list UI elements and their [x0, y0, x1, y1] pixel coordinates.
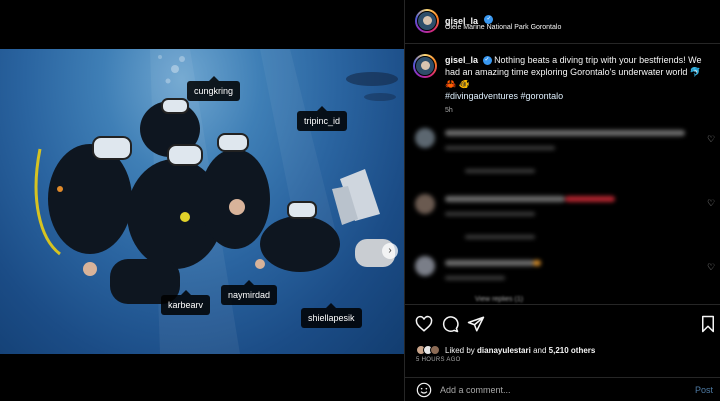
comment-input[interactable] [440, 382, 680, 398]
post-header: gisel_la ✓ Olele Marine National Park Go… [405, 0, 720, 44]
post-photo[interactable]: cungkring tripinc_id karbearv naymirdad … [0, 49, 404, 354]
comment-like-icon[interactable]: ♡ [707, 198, 715, 209]
share-icon[interactable] [467, 315, 485, 333]
emoji-icon[interactable] [416, 382, 432, 398]
bookmark-icon[interactable] [699, 315, 717, 333]
chevron-right-icon: › [388, 245, 392, 256]
post-location[interactable]: Olele Marine National Park Gorontalo [445, 24, 561, 31]
caption-avatar[interactable] [413, 54, 437, 78]
heart-icon[interactable] [415, 315, 433, 333]
likes-prefix: Liked by [445, 345, 475, 355]
caption: gisel_la ✓ Nothing beats a diving trip w… [445, 54, 713, 117]
liked-by-user[interactable]: dianayulestari [477, 346, 531, 355]
likes-others-link[interactable]: 5,210 others [549, 346, 596, 355]
comment-like-icon[interactable]: ♡ [707, 134, 715, 145]
comment-icon[interactable] [441, 315, 459, 333]
caption-hashtags[interactable]: #divingadventures #gorontalo [445, 91, 563, 101]
user-tag[interactable]: karbearv [161, 290, 211, 315]
comment-like-icon[interactable]: ♡ [707, 262, 715, 273]
liker-avatar [430, 345, 440, 355]
user-tag[interactable]: shiellapesik [301, 303, 362, 328]
verified-badge-icon: ✓ [482, 56, 492, 66]
post-date[interactable]: 5 HOURS AGO [416, 357, 461, 363]
caption-time: 5h [445, 107, 453, 114]
verified-badge-icon: ✓ [484, 15, 494, 25]
media-area: cungkring tripinc_id karbearv naymirdad … [0, 0, 404, 401]
view-replies-link[interactable]: View replies (1) [475, 296, 523, 303]
likes-connector: and [533, 345, 547, 355]
user-tag[interactable]: tripinc_id [297, 106, 348, 131]
user-tag[interactable]: cungkring [187, 76, 241, 101]
post-actions: Liked by dianayulestari and 5,210 others… [405, 304, 720, 400]
comment-bar: Post [405, 377, 720, 401]
post-comment-button[interactable]: Post [695, 385, 713, 395]
post-details-panel: gisel_la ✓ Olele Marine National Park Go… [404, 0, 720, 401]
caption-username[interactable]: gisel_la [445, 55, 478, 65]
author-avatar[interactable] [415, 9, 439, 33]
likes-summary: Liked by dianayulestari and 5,210 others [416, 345, 595, 355]
carousel-next-button[interactable]: › [382, 243, 398, 259]
user-tag[interactable]: naymirdad [221, 280, 278, 305]
